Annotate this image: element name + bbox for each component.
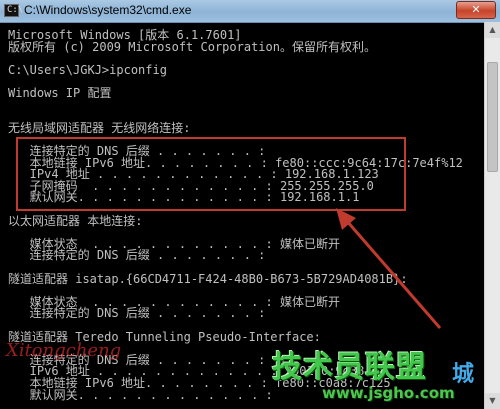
- annotation-arrow-shaft: [344, 219, 442, 329]
- watermark-left: Xitongcheng: [6, 340, 122, 361]
- watermark-logo: 技术员联盟: [272, 350, 427, 385]
- cmd-window: C:\ C:\Windows\system32\cmd.exe ✕ Micros…: [0, 0, 500, 409]
- watermark-url: www.jsgho.com: [322, 384, 455, 402]
- watermark-corner: 城: [452, 362, 475, 387]
